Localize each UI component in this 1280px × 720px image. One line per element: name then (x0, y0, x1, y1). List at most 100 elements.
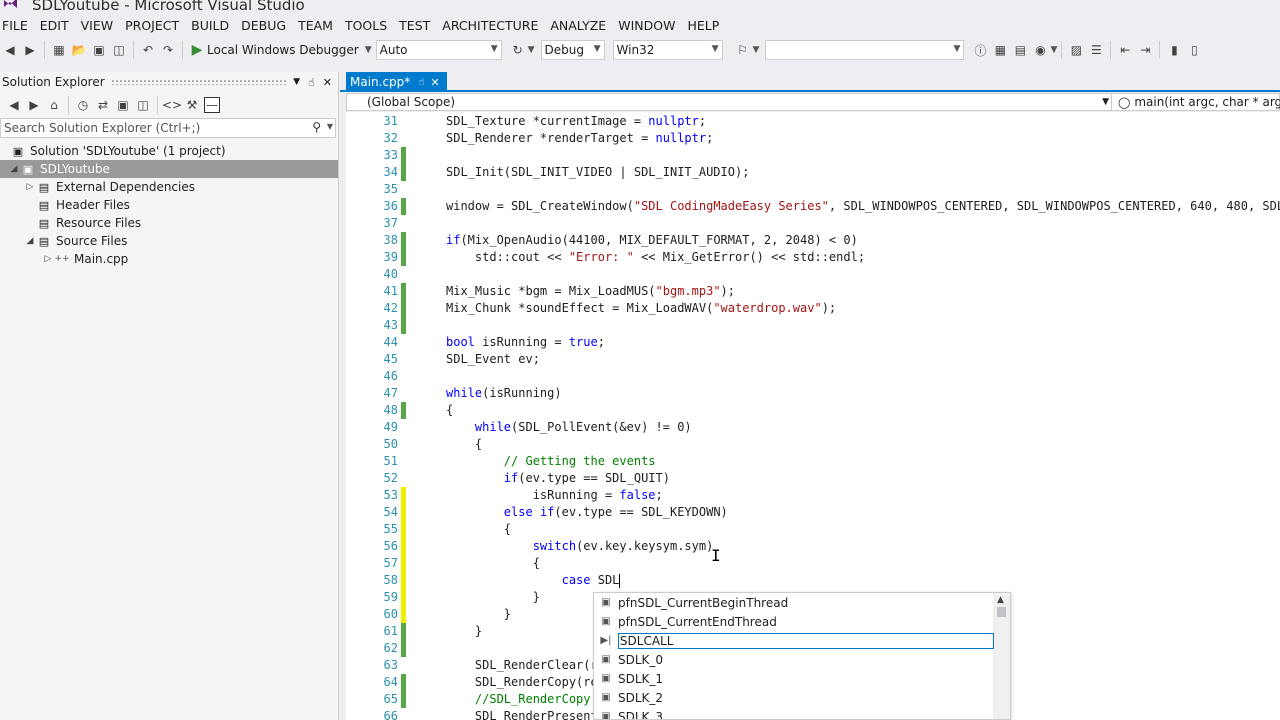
intellisense-item[interactable]: ▣ SDLK_3 (594, 707, 994, 720)
pin-icon[interactable]: ☝ (418, 77, 424, 88)
collapse-all-icon[interactable]: ▣ (115, 97, 131, 113)
code-line[interactable]: 56 switch(ev.key.keysym.sym) (346, 538, 1280, 555)
chevron-down-icon[interactable]: ▼ (327, 122, 333, 131)
save-all-icon[interactable]: ◫ (111, 42, 127, 58)
code-line[interactable]: 44 bool isRunning = true; (346, 334, 1280, 351)
menu-architecture[interactable]: ARCHITECTURE (439, 18, 547, 33)
chevron-down-icon[interactable]: ▼ (1050, 45, 1057, 55)
chevron-down-icon[interactable]: ▼ (528, 45, 535, 55)
search-icon[interactable]: ⚲ (312, 120, 321, 134)
intellisense-item[interactable]: ▣ pfnSDL_CurrentBeginThread (594, 593, 994, 612)
collapsed-arrow-icon[interactable]: ▷ (42, 254, 54, 264)
code-line[interactable]: 35 (346, 181, 1280, 198)
code-line[interactable]: 57 { (346, 555, 1280, 572)
intellisense-item[interactable]: ▶| SDLCALL (594, 631, 994, 650)
bookmark-icon[interactable]: ▨ (1068, 42, 1084, 58)
code-line[interactable]: 34 SDL_Init(SDL_INIT_VIDEO | SDL_INIT_AUD… (346, 164, 1280, 181)
preview-icon[interactable]: — (204, 97, 220, 113)
expanded-arrow-icon[interactable]: ◢ (24, 236, 36, 246)
code-line[interactable]: 53 isRunning = false; (346, 487, 1280, 504)
new-project-icon[interactable]: ▦ (51, 42, 67, 58)
tree-item-solution[interactable]: ▣ Solution 'SDLYoutube' (1 project) (0, 142, 338, 160)
code-line[interactable]: 55 { (346, 521, 1280, 538)
code-line[interactable]: 43 (346, 317, 1280, 334)
redo-icon[interactable]: ↷ (160, 42, 176, 58)
refresh-icon[interactable]: ↻ (510, 42, 526, 58)
code-line[interactable]: 54 else if(ev.type == SDL_KEYDOWN) (346, 504, 1280, 521)
menu-help[interactable]: HELP (684, 18, 728, 33)
sync-icon[interactable]: ⇄ (95, 97, 111, 113)
comment-icon[interactable]: ▮ (1166, 42, 1182, 58)
code-line[interactable]: 41 Mix_Music *bgm = Mix_LoadMUS("bgm.mp3"… (346, 283, 1280, 300)
menu-edit[interactable]: EDIT (37, 18, 78, 33)
intellisense-item[interactable]: ▣ SDLK_0 (594, 650, 994, 669)
forward-icon[interactable]: ▶ (26, 97, 42, 113)
extensions-icon[interactable]: ◉ (1032, 42, 1048, 58)
menu-debug[interactable]: DEBUG (238, 18, 295, 33)
menu-test[interactable]: TEST (396, 18, 439, 33)
show-all-files-icon[interactable]: ◫ (135, 97, 151, 113)
intellisense-scrollbar[interactable]: ▲ (993, 593, 1010, 719)
code-line[interactable]: 31 SDL_Texture *currentImage = nullptr; (346, 113, 1280, 130)
tree-item-project[interactable]: ◢ ▣ SDLYoutube (0, 160, 338, 178)
open-file-icon[interactable]: 📂 (71, 42, 87, 58)
code-line[interactable]: 32 SDL_Renderer *renderTarget = nullptr; (346, 130, 1280, 147)
menu-file[interactable]: FILE (0, 18, 37, 33)
scope-dropdown[interactable]: (Global Scope) ▼ (347, 94, 1112, 110)
function-dropdown[interactable]: ◯main(int argc, char * argv[]) (1114, 94, 1280, 110)
code-line[interactable]: 37 (346, 215, 1280, 232)
code-line[interactable]: 51 // Getting the events (346, 453, 1280, 470)
format-icon[interactable]: ☰ (1088, 42, 1104, 58)
menu-window[interactable]: WINDOW (615, 18, 684, 33)
code-line[interactable]: 47 while(isRunning) (346, 385, 1280, 402)
chevron-down-icon[interactable]: ▼ (293, 77, 300, 87)
collapsed-arrow-icon[interactable]: ▷ (24, 182, 36, 192)
solution-explorer-search[interactable]: Search Solution Explorer (Ctrl+;) ⚲ ▼ (0, 118, 336, 138)
tree-item-main-cpp[interactable]: ▷ ++ Main.cpp (0, 250, 338, 268)
properties-icon[interactable]: ⚒ (184, 97, 200, 113)
code-line[interactable]: 33 (346, 147, 1280, 164)
outdent-icon[interactable]: ⇤ (1117, 42, 1133, 58)
forward-icon[interactable]: ▶ (22, 42, 38, 58)
intellisense-item[interactable]: ▣ pfnSDL_CurrentEndThread (594, 612, 994, 631)
code-line[interactable]: 39 std::cout << "Error: " << Mix_GetErro… (346, 249, 1280, 266)
expanded-arrow-icon[interactable]: ◢ (8, 164, 20, 174)
code-line[interactable]: 49 while(SDL_PollEvent(&ev) != 0) (346, 419, 1280, 436)
code-line[interactable]: 42 Mix_Chunk *soundEffect = Mix_LoadWAV("… (346, 300, 1280, 317)
tree-item-source-files[interactable]: ◢ ▤ Source Files (0, 232, 338, 250)
tree-item-resource-files[interactable]: ▤ Resource Files (0, 214, 338, 232)
code-line[interactable]: 58 case SDL (346, 572, 1280, 589)
intellisense-item[interactable]: ▣ SDLK_1 (594, 669, 994, 688)
toolbox-icon[interactable]: ▤ (1012, 42, 1028, 58)
menu-tools[interactable]: TOOLS (342, 18, 396, 33)
code-line[interactable]: 40 (346, 266, 1280, 283)
pin-icon[interactable]: ☝ (308, 76, 315, 89)
back-icon[interactable]: ◀ (6, 97, 22, 113)
scroll-thumb[interactable] (997, 607, 1006, 617)
chevron-down-icon[interactable]: ▼ (753, 45, 760, 55)
view-code-icon[interactable]: <> (162, 97, 182, 113)
code-line[interactable]: 45 SDL_Event ev; (346, 351, 1280, 368)
back-icon[interactable]: ◀ (2, 42, 18, 58)
close-icon[interactable]: ✕ (430, 76, 439, 89)
chevron-down-icon[interactable]: ▼ (365, 45, 372, 55)
home-icon[interactable]: ⌂ (46, 97, 62, 113)
close-icon[interactable]: ✕ (323, 76, 332, 89)
code-line[interactable]: 46 (346, 368, 1280, 385)
code-line[interactable]: 52 if(ev.type == SDL_QUIT) (346, 470, 1280, 487)
uncomment-icon[interactable]: ▯ (1186, 42, 1202, 58)
configuration-dropdown[interactable]: Debug ▼ (540, 40, 605, 60)
platform-dropdown[interactable]: Win32 ▼ (612, 40, 723, 60)
find-combo[interactable]: ▼ (765, 40, 965, 60)
solution-config-dropdown[interactable]: Auto ▼ (375, 40, 502, 60)
menu-project[interactable]: PROJECT (122, 18, 188, 33)
indent-icon[interactable]: ⇥ (1137, 42, 1153, 58)
save-icon[interactable]: ▣ (91, 42, 107, 58)
intellisense-popup[interactable]: ▲ ▣ pfnSDL_CurrentBeginThread ▣ pfnSDL_Curr… (593, 592, 1011, 720)
tab-main-cpp[interactable]: Main.cpp* ☝ ✕ (346, 72, 447, 92)
code-line[interactable]: 50 { (346, 436, 1280, 453)
info-icon[interactable]: ⓘ (972, 42, 988, 58)
tree-item-external-dependencies[interactable]: ▷ ▤ External Dependencies (0, 178, 338, 196)
scroll-up-icon[interactable]: ▲ (997, 595, 1004, 605)
tree-item-header-files[interactable]: ▤ Header Files (0, 196, 338, 214)
